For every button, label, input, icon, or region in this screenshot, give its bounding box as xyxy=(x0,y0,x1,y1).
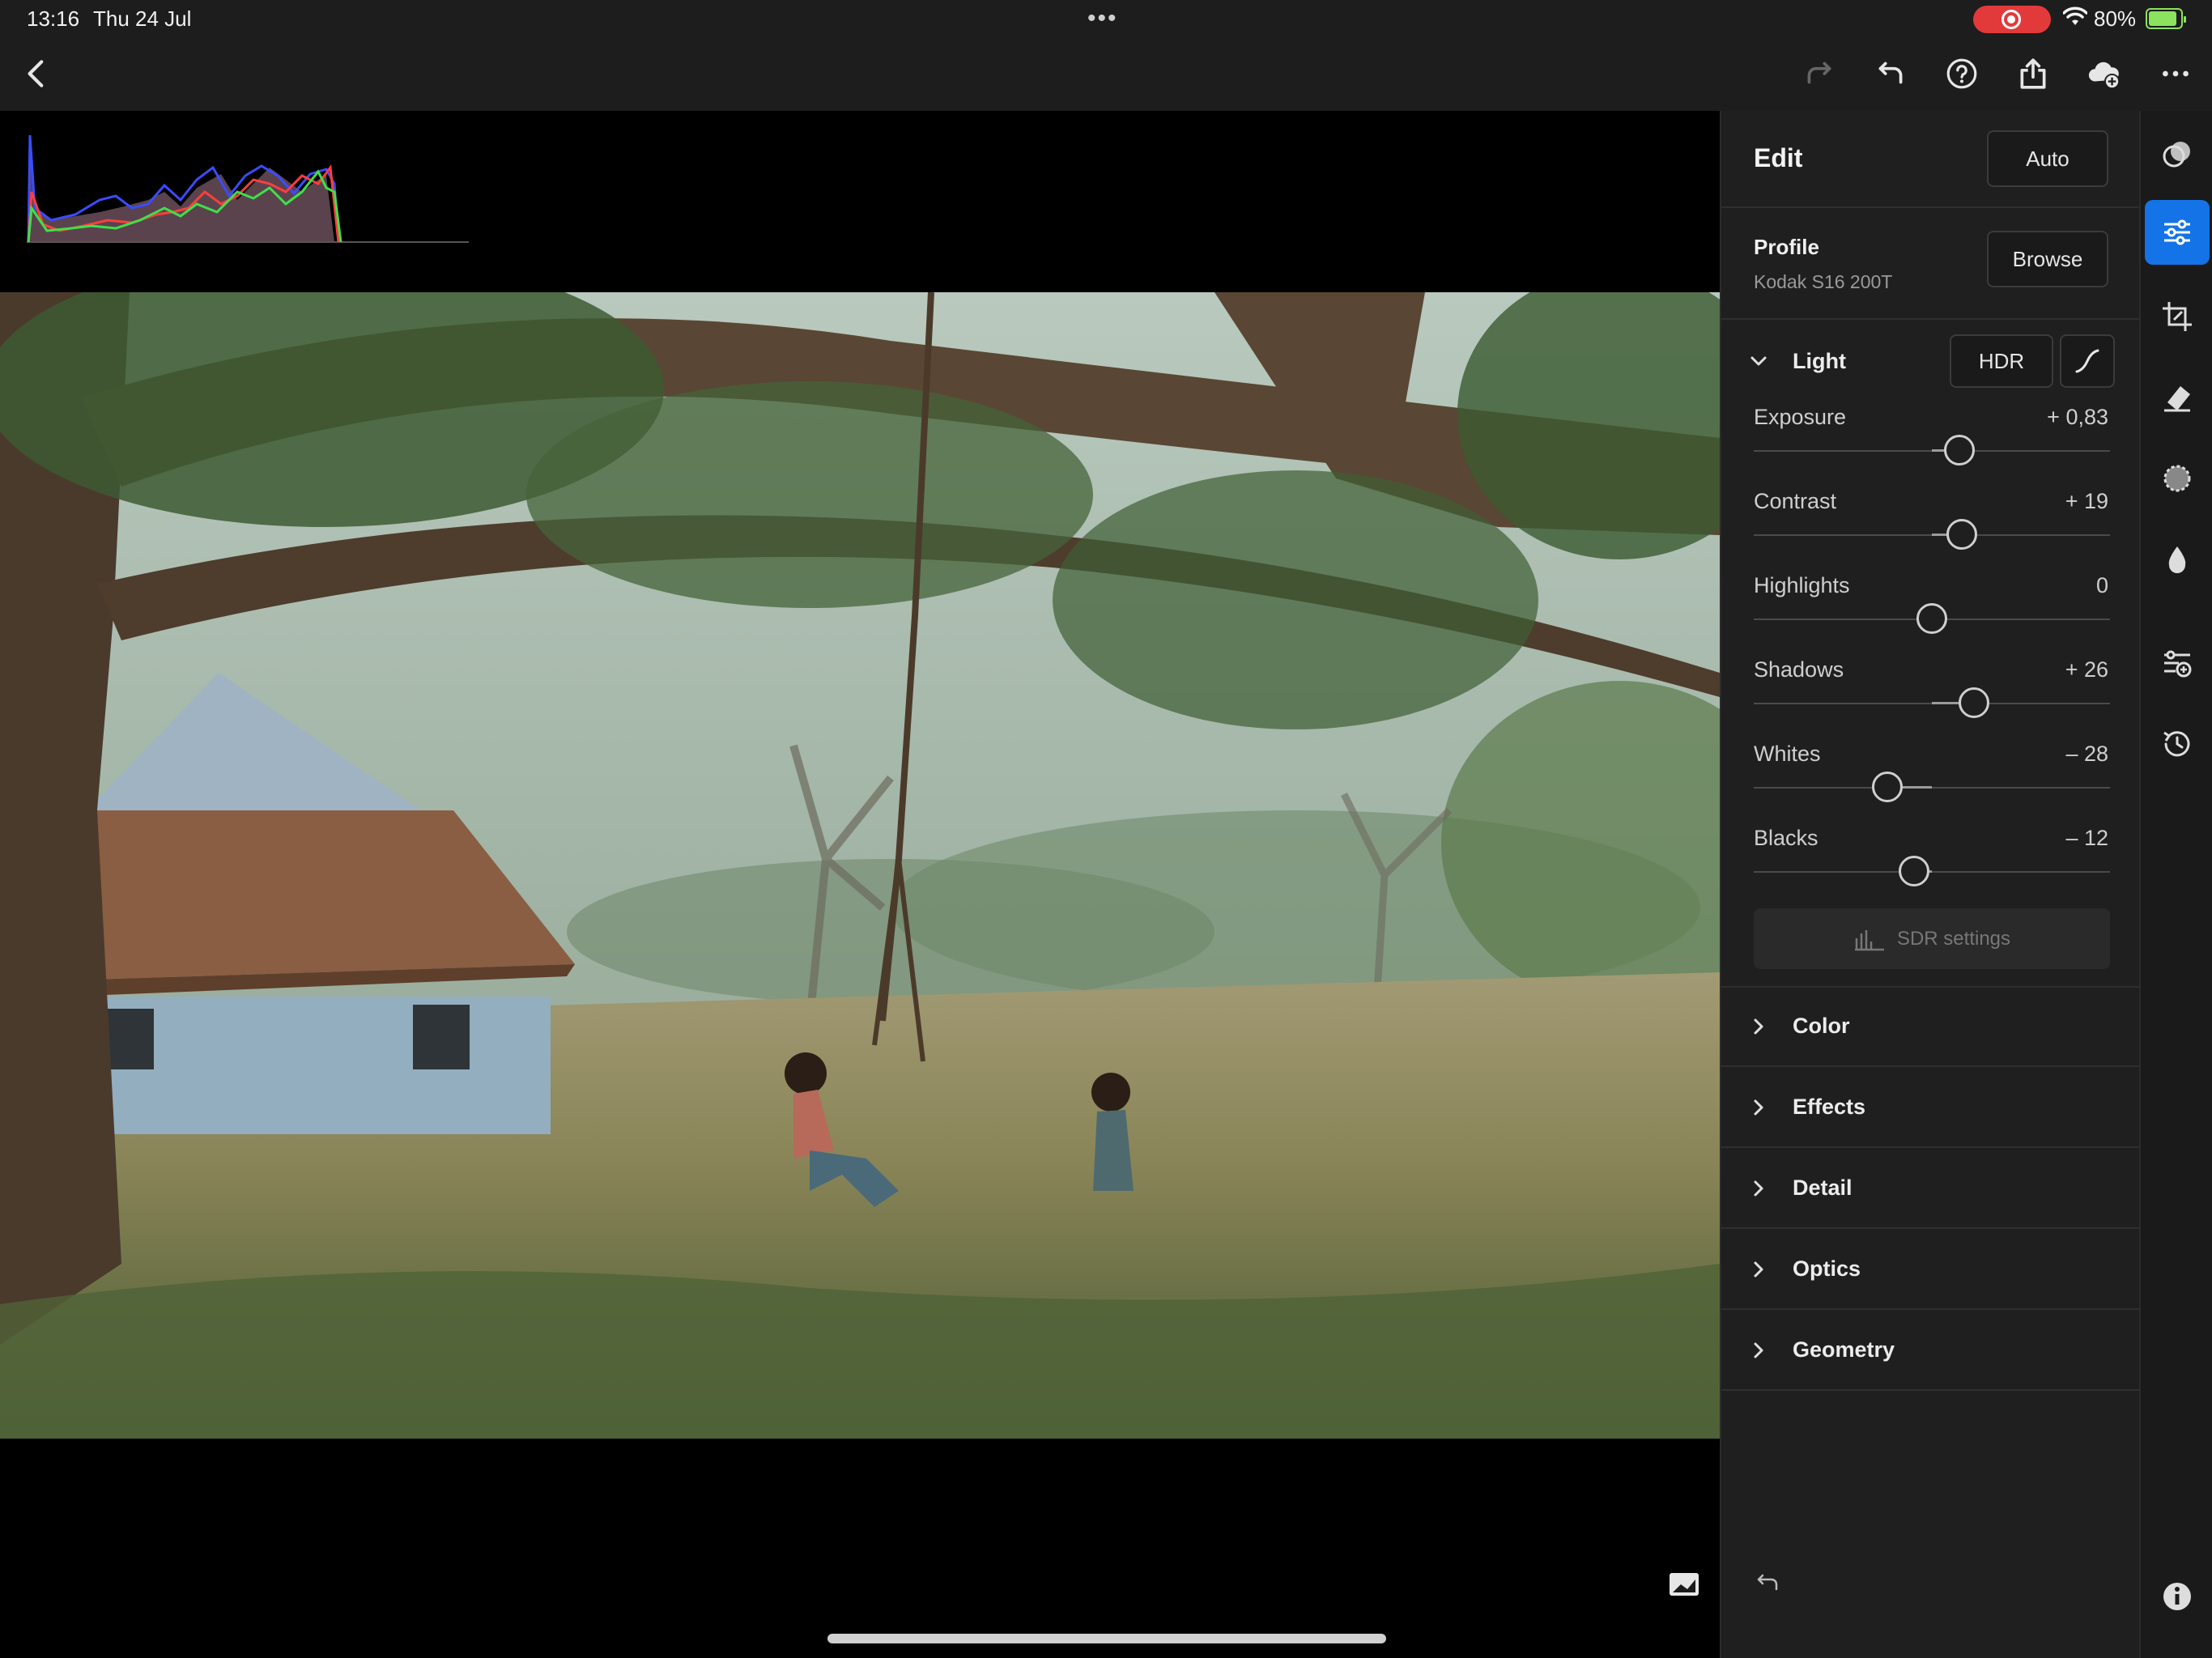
chevron-right-icon xyxy=(1754,1342,1763,1358)
top-toolbar: 13:16 Thu 24 Jul ••• 80% xyxy=(0,0,2212,111)
status-time: 13:16 xyxy=(27,6,80,31)
slider-label: Shadows xyxy=(1754,657,1844,682)
slider-value[interactable]: + 26 xyxy=(2065,657,2108,682)
slider-track[interactable] xyxy=(1754,603,2110,634)
slider-track[interactable] xyxy=(1754,435,2110,466)
masking-icon[interactable] xyxy=(2151,453,2203,504)
more-icon[interactable] xyxy=(2155,53,2196,94)
home-indicator[interactable] xyxy=(827,1634,1386,1643)
section-label: Detail xyxy=(1793,1175,1853,1200)
panel-title: Edit xyxy=(1754,143,1803,172)
history-icon[interactable] xyxy=(2151,718,2203,770)
slider-thumb[interactable] xyxy=(1946,519,1977,550)
slider-label: Blacks xyxy=(1754,826,1819,850)
undo-icon[interactable] xyxy=(1870,53,1911,94)
chevron-right-icon xyxy=(1754,1180,1763,1197)
sdr-settings-label: SDR settings xyxy=(1896,927,2011,950)
chevron-right-icon xyxy=(1754,1018,1763,1035)
redo-icon[interactable] xyxy=(1799,53,1840,94)
section-label: Effects xyxy=(1793,1095,1866,1119)
profile-value[interactable]: Kodak S16 200T xyxy=(1754,271,1892,293)
slider-value[interactable]: + 0,83 xyxy=(2047,405,2108,430)
divider xyxy=(1721,1389,2139,1391)
section-label: Optics xyxy=(1793,1256,1861,1281)
slider-label: Whites xyxy=(1754,742,1821,766)
section-label: Color xyxy=(1793,1014,1850,1038)
section-optics[interactable]: Optics xyxy=(1721,1229,2139,1310)
divider xyxy=(1721,206,2139,208)
tone-curve-icon xyxy=(2075,349,2099,373)
slider-thumb[interactable] xyxy=(1958,687,1989,718)
tool-rail xyxy=(2139,111,2212,1658)
info-icon[interactable] xyxy=(2161,1580,2193,1613)
battery-icon xyxy=(2146,8,2186,29)
section-label: Geometry xyxy=(1793,1337,1895,1362)
histogram-bars-icon xyxy=(1854,929,1884,950)
hdr-button[interactable]: HDR xyxy=(1950,334,2053,388)
help-icon[interactable] xyxy=(1942,53,1982,94)
slider-value[interactable]: + 19 xyxy=(2065,489,2108,514)
slider-thumb[interactable] xyxy=(1916,603,1947,634)
slider-thumb[interactable] xyxy=(1871,772,1903,802)
cloud-add-icon[interactable] xyxy=(2084,53,2125,94)
profile-label: Profile xyxy=(1754,235,1819,259)
browse-button[interactable]: Browse xyxy=(1987,231,2108,287)
chevron-right-icon xyxy=(1754,1099,1763,1116)
section-geometry[interactable]: Geometry xyxy=(1721,1310,2139,1391)
presets-icon[interactable] xyxy=(2151,129,2203,181)
battery-percent: 80% xyxy=(2094,6,2137,31)
slider-value[interactable]: 0 xyxy=(2096,573,2108,598)
back-icon[interactable] xyxy=(16,53,57,94)
section-color[interactable]: Color xyxy=(1721,986,2139,1067)
slider-value[interactable]: – 12 xyxy=(2065,826,2108,851)
slider-thumb[interactable] xyxy=(1899,856,1929,886)
blur-icon[interactable] xyxy=(2151,534,2203,585)
slider-label: Contrast xyxy=(1754,489,1837,513)
chevron-down-icon[interactable] xyxy=(1749,351,1768,371)
auto-button[interactable]: Auto xyxy=(1987,130,2108,187)
slider-label: Highlights xyxy=(1754,573,1850,597)
section-effects[interactable]: Effects xyxy=(1721,1067,2139,1148)
slider-track[interactable] xyxy=(1754,772,2110,802)
healing-icon[interactable] xyxy=(2151,372,2203,423)
wifi-icon xyxy=(2063,6,2087,25)
divider xyxy=(1721,318,2139,320)
slider-track[interactable] xyxy=(1754,856,2110,886)
versions-icon[interactable] xyxy=(2151,637,2203,689)
reset-icon[interactable] xyxy=(1752,1568,1781,1597)
slider-label: Exposure xyxy=(1754,405,1847,429)
crop-icon[interactable] xyxy=(2151,291,2203,342)
share-icon[interactable] xyxy=(2013,53,2053,94)
before-after-icon[interactable] xyxy=(1668,1568,1700,1601)
photo-canvas xyxy=(0,111,1720,1658)
histogram xyxy=(27,135,469,243)
edit-panel: Edit Auto Profile Kodak S16 200T Browse … xyxy=(1720,111,2139,1658)
sdr-settings-button[interactable]: SDR settings xyxy=(1754,908,2110,969)
section-detail[interactable]: Detail xyxy=(1721,1148,2139,1229)
slider-track[interactable] xyxy=(1754,687,2110,718)
section-light-label[interactable]: Light xyxy=(1793,349,1846,374)
slider-thumb[interactable] xyxy=(1944,435,1976,466)
chevron-right-icon xyxy=(1754,1261,1763,1278)
screen-recording-indicator[interactable] xyxy=(1973,6,2051,33)
tone-curve-button[interactable] xyxy=(2060,334,2115,388)
multitask-dots[interactable]: ••• xyxy=(1087,5,1118,32)
slider-track[interactable] xyxy=(1754,519,2110,550)
photo[interactable] xyxy=(0,292,1720,1439)
slider-value[interactable]: – 28 xyxy=(2065,742,2108,767)
status-date: Thu 24 Jul xyxy=(93,6,192,31)
edit-sliders-icon[interactable] xyxy=(2145,200,2210,265)
